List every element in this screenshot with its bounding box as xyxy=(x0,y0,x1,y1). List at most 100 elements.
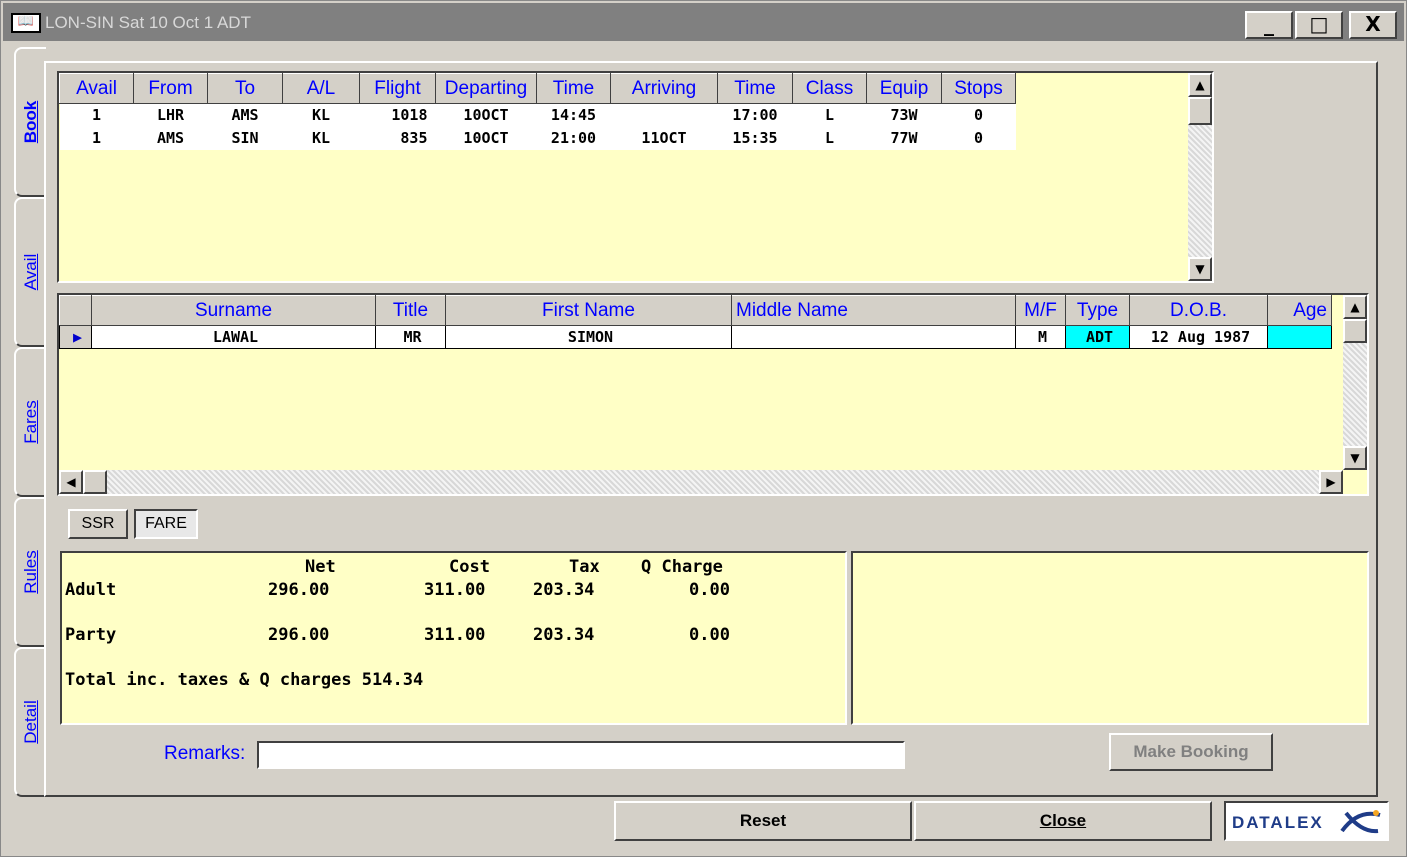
tab-avail-label: Avail xyxy=(21,253,40,291)
col-middle-name[interactable]: Middle Name xyxy=(731,295,1016,326)
flight-cell: 1018 xyxy=(359,103,436,127)
passenger-row[interactable]: ▶ LAWAL MR SIMON M ADT 12 Aug 1987 xyxy=(59,325,1332,349)
flight-row[interactable]: 1 LHR AMS KL 1018 10OCT 14:45 17:00 L 73… xyxy=(59,103,1016,127)
col-first-name[interactable]: First Name xyxy=(445,295,732,326)
passengers-horizontal-scrollbar[interactable]: ◀ ▶ xyxy=(59,470,1343,494)
scroll-up-icon[interactable]: ▲ xyxy=(1188,73,1212,97)
scroll-thumb[interactable] xyxy=(83,470,107,494)
party-qcharge: 0.00 xyxy=(689,625,730,645)
flight-cell: L xyxy=(792,126,867,150)
flight-cell: 0 xyxy=(941,126,1016,150)
scroll-thumb[interactable] xyxy=(1188,97,1212,125)
col-age[interactable]: Age xyxy=(1267,295,1332,326)
col-departing[interactable]: Departing xyxy=(435,73,537,104)
scroll-up-icon[interactable]: ▲ xyxy=(1343,295,1367,319)
flights-grid: Avail From To A/L Flight Departing Time … xyxy=(57,71,1214,283)
flight-cell: 0 xyxy=(941,103,1016,127)
remarks-input[interactable] xyxy=(257,741,905,769)
passengers-table: Surname Title First Name Middle Name M/F… xyxy=(59,295,1332,349)
col-arriving[interactable]: Arriving xyxy=(610,73,718,104)
scroll-down-icon[interactable]: ▼ xyxy=(1188,257,1212,281)
col-class[interactable]: Class xyxy=(792,73,867,104)
flight-cell: SIN xyxy=(207,126,283,150)
window-title: LON-SIN Sat 10 Oct 1 ADT xyxy=(45,13,251,32)
surname-cell[interactable]: LAWAL xyxy=(91,325,376,349)
net-header: Net xyxy=(305,557,336,577)
flight-cell: KL xyxy=(282,103,360,127)
adult-net: 296.00 xyxy=(268,580,330,600)
flights-vertical-scrollbar[interactable]: ▲ ▼ xyxy=(1188,73,1212,281)
close-button[interactable]: Close xyxy=(914,801,1212,841)
tab-fares[interactable]: Fares xyxy=(14,347,46,497)
remarks-label: Remarks: xyxy=(164,743,246,764)
flight-cell: AMS xyxy=(207,103,283,127)
adult-qcharge: 0.00 xyxy=(689,580,730,600)
dob-cell[interactable]: 12 Aug 1987 xyxy=(1129,325,1268,349)
col-surname[interactable]: Surname xyxy=(91,295,376,326)
flights-table: Avail From To A/L Flight Departing Time … xyxy=(59,73,1016,150)
tab-book-label: Book xyxy=(21,100,40,144)
close-window-button[interactable]: X xyxy=(1349,11,1397,39)
flight-cell: 10OCT xyxy=(435,126,537,150)
col-from[interactable]: From xyxy=(133,73,208,104)
col-gender[interactable]: M/F xyxy=(1015,295,1066,326)
gender-cell[interactable]: M xyxy=(1015,325,1066,349)
col-stops[interactable]: Stops xyxy=(941,73,1016,104)
col-airline[interactable]: A/L xyxy=(282,73,360,104)
party-cost: 311.00 xyxy=(424,625,486,645)
ssr-button[interactable]: SSR xyxy=(68,509,128,539)
tab-detail-label: Detail xyxy=(21,700,40,744)
row-indicator-header xyxy=(59,295,92,326)
col-dob[interactable]: D.O.B. xyxy=(1129,295,1268,326)
datalex-logo: DATALEX xyxy=(1224,801,1389,841)
book-icon: 📖 xyxy=(11,13,41,33)
age-cell[interactable] xyxy=(1267,325,1332,349)
tab-rules-label: Rules xyxy=(21,550,40,594)
col-title[interactable]: Title xyxy=(375,295,446,326)
cost-header: Cost xyxy=(449,557,490,577)
first-name-cell[interactable]: SIMON xyxy=(445,325,732,349)
flight-row[interactable]: 1 AMS SIN KL 835 10OCT 21:00 11OCT 15:35… xyxy=(59,126,1016,150)
type-cell[interactable]: ADT xyxy=(1065,325,1130,349)
tab-book[interactable]: Book xyxy=(14,47,46,197)
qcharge-header: Q Charge xyxy=(641,557,723,577)
main-window: 📖 LON-SIN Sat 10 Oct 1 ADT _ □ X Book Av… xyxy=(0,0,1407,857)
fare-notes-panel xyxy=(851,551,1369,725)
maximize-button[interactable]: □ xyxy=(1295,11,1343,39)
logo-mark-icon xyxy=(1340,810,1381,834)
fare-summary: Net Cost Tax Q Charge Adult 296.00 311.0… xyxy=(62,557,842,717)
fare-button[interactable]: FARE xyxy=(134,509,198,539)
scroll-down-icon[interactable]: ▼ xyxy=(1343,446,1367,470)
make-booking-button[interactable]: Make Booking xyxy=(1109,733,1273,771)
passengers-vertical-scrollbar[interactable]: ▲ ▼ xyxy=(1343,295,1367,470)
col-equip[interactable]: Equip xyxy=(866,73,942,104)
tab-rules[interactable]: Rules xyxy=(14,497,46,647)
party-tax: 203.34 xyxy=(533,625,595,645)
title-bar[interactable]: 📖 LON-SIN Sat 10 Oct 1 ADT _ □ X xyxy=(3,3,1404,41)
tab-fares-label: Fares xyxy=(21,400,40,444)
total-line: Total inc. taxes & Q charges 514.34 xyxy=(65,670,424,690)
tab-avail[interactable]: Avail xyxy=(14,197,46,347)
passengers-grid: Surname Title First Name Middle Name M/F… xyxy=(57,293,1369,496)
title-cell[interactable]: MR xyxy=(375,325,446,349)
scroll-left-icon[interactable]: ◀ xyxy=(59,470,83,494)
col-avail[interactable]: Avail xyxy=(59,73,134,104)
tab-detail[interactable]: Detail xyxy=(14,647,46,797)
scroll-right-icon[interactable]: ▶ xyxy=(1319,470,1343,494)
scroll-thumb[interactable] xyxy=(1343,319,1367,343)
row-pointer-icon: ▶ xyxy=(59,325,92,349)
flight-cell: 10OCT xyxy=(435,103,537,127)
flight-cell: KL xyxy=(282,126,360,150)
col-to[interactable]: To xyxy=(207,73,283,104)
flight-cell: 835 xyxy=(359,126,436,150)
adult-cost: 311.00 xyxy=(424,580,486,600)
col-flight[interactable]: Flight xyxy=(359,73,436,104)
adult-tax: 203.34 xyxy=(533,580,595,600)
flight-cell: 1 xyxy=(59,103,134,127)
reset-button[interactable]: Reset xyxy=(614,801,912,841)
middle-name-cell[interactable] xyxy=(731,325,1016,349)
minimize-button[interactable]: _ xyxy=(1245,11,1293,39)
col-dep-time[interactable]: Time xyxy=(536,73,611,104)
col-arr-time[interactable]: Time xyxy=(717,73,793,104)
col-type[interactable]: Type xyxy=(1065,295,1130,326)
